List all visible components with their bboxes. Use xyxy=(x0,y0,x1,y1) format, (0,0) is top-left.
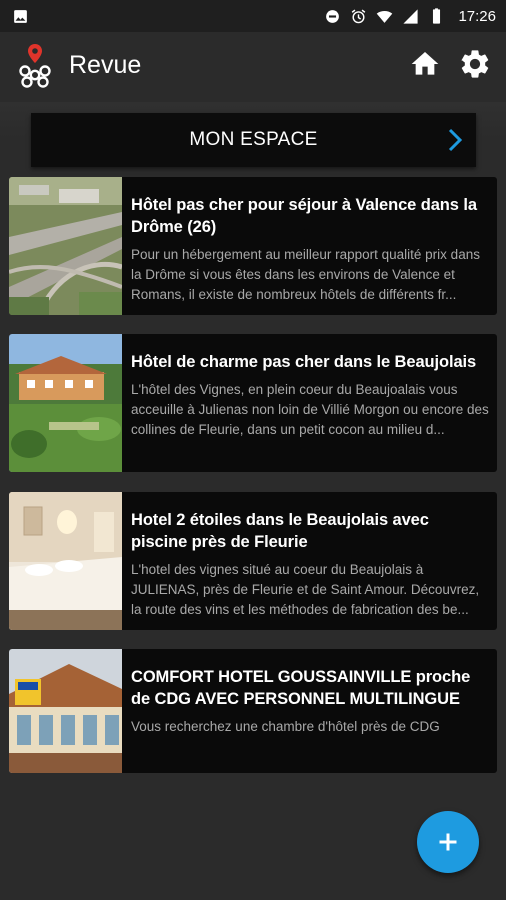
hotel-bedroom-photo xyxy=(9,492,122,630)
article-thumbnail xyxy=(9,177,122,315)
status-bar: 17:26 xyxy=(0,0,506,32)
mon-espace-label: MON ESPACE xyxy=(189,129,318,150)
article-description: L'hôtel des Vignes, en plein coeur du Be… xyxy=(131,382,489,437)
article-thumbnail xyxy=(9,334,122,472)
signal-icon xyxy=(403,8,419,24)
article-title: Hôtel de charme pas cher dans le Beaujol… xyxy=(131,353,477,371)
image-icon xyxy=(14,9,27,23)
article-thumbnail xyxy=(9,492,122,630)
alarm-icon xyxy=(352,9,366,23)
article-card[interactable]: Hôtel pas cher pour séjour à Valence dan… xyxy=(9,177,497,315)
dnd-icon xyxy=(326,9,340,23)
gear-icon[interactable] xyxy=(458,47,492,81)
aerial-highway-photo xyxy=(9,177,122,315)
article-title: COMFORT HOTEL GOUSSAINVILLE proche de CD… xyxy=(131,668,471,708)
home-icon[interactable] xyxy=(408,48,442,80)
plus-icon xyxy=(439,833,457,851)
article-card[interactable]: Hôtel de charme pas cher dans le Beaujol… xyxy=(9,334,497,472)
hotel-facade-photo xyxy=(9,649,122,773)
article-thumbnail xyxy=(9,649,122,773)
app-bar: Revue xyxy=(0,32,506,102)
article-title: Hôtel pas cher pour séjour à Valence dan… xyxy=(131,196,477,236)
article-description: L'hotel des vignes situé au coeur du Bea… xyxy=(131,562,480,617)
battery-icon xyxy=(433,7,441,24)
article-description: Vous recherchez une chambre d'hôtel près… xyxy=(131,719,440,734)
mon-espace-button[interactable]: MON ESPACE xyxy=(31,113,476,167)
hotel-garden-photo xyxy=(9,334,122,472)
wifi-icon xyxy=(377,10,393,23)
article-card[interactable]: Hotel 2 étoiles dans le Beaujolais avec … xyxy=(9,492,497,630)
chevron-right-icon xyxy=(448,128,463,152)
app-logo-icon xyxy=(19,44,51,88)
article-description: Pour un hébergement au meilleur rapport … xyxy=(131,247,480,302)
status-time: 17:26 xyxy=(458,7,496,25)
add-button[interactable] xyxy=(417,811,479,873)
article-title: Hotel 2 étoiles dans le Beaujolais avec … xyxy=(131,511,429,551)
article-card[interactable]: COMFORT HOTEL GOUSSAINVILLE proche de CD… xyxy=(9,649,497,773)
app-title: Revue xyxy=(69,51,142,79)
